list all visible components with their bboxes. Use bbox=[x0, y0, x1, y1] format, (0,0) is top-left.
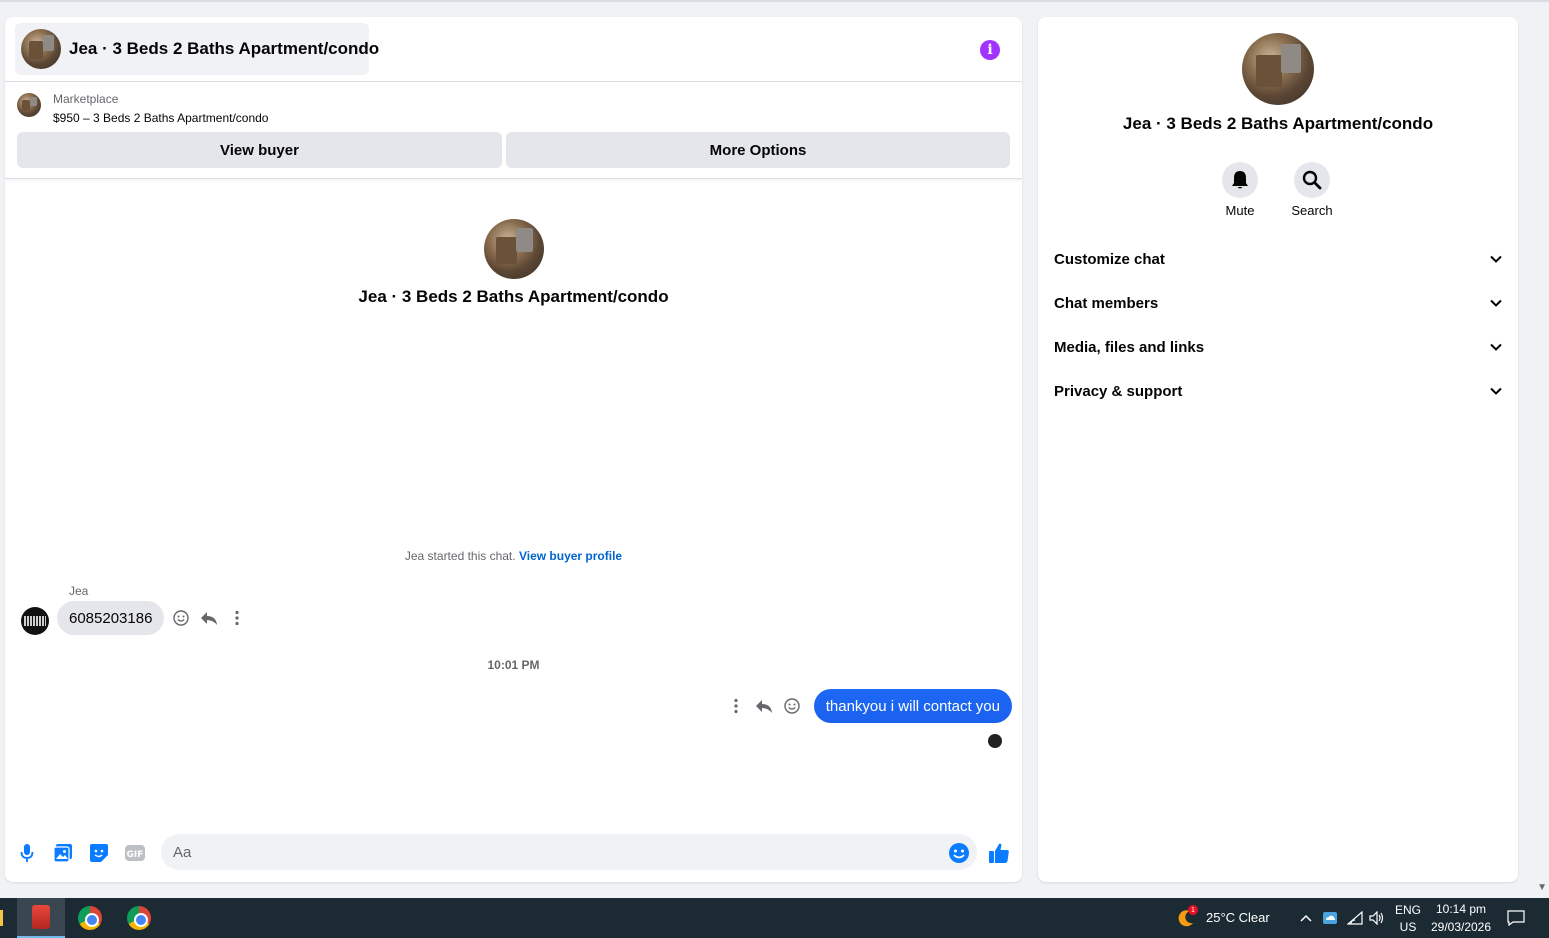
chat-started-notice: Jea started this chat. View buyer profil… bbox=[5, 549, 1022, 563]
scroll-down-arrow-icon[interactable]: ▼ bbox=[1537, 882, 1547, 893]
reply-icon[interactable] bbox=[754, 696, 774, 716]
message-sender-name: Jea bbox=[69, 584, 89, 598]
chevron-up-icon[interactable] bbox=[1297, 909, 1315, 927]
incoming-message-bubble[interactable]: 6085203186 bbox=[57, 601, 165, 635]
onedrive-icon[interactable] bbox=[1321, 909, 1339, 927]
gif-icon[interactable]: GIF bbox=[124, 842, 146, 864]
attach-photo-icon[interactable] bbox=[52, 842, 74, 864]
taskbar: 1 25°C Clear ENG US 10:14 pm 29/03/2026 bbox=[0, 898, 1549, 938]
details-panel: Jea · 3 Beds 2 Baths Apartment/condo Mut… bbox=[1038, 17, 1518, 882]
taskbar-app-1[interactable] bbox=[17, 898, 65, 938]
accordion-label: Chat members bbox=[1054, 294, 1159, 312]
conversation-avatar bbox=[21, 29, 61, 69]
outgoing-message-bubble[interactable]: thankyou i will contact you bbox=[813, 689, 1012, 723]
thumbs-up-icon[interactable] bbox=[988, 842, 1010, 864]
weather-text[interactable]: 25°C Clear bbox=[1206, 910, 1270, 925]
weather-badge: 1 bbox=[1188, 905, 1198, 915]
conversation-title: Jea · 3 Beds 2 Baths Apartment/condo bbox=[69, 39, 380, 58]
message-input[interactable] bbox=[161, 834, 977, 870]
bell-icon bbox=[1222, 162, 1258, 198]
chat-panel: Jea · 3 Beds 2 Baths Apartment/condo i M… bbox=[5, 17, 1022, 882]
listing-price-title[interactable]: $950 – 3 Beds 2 Baths Apartment/condo bbox=[53, 111, 268, 125]
chat-started-text: Jea started this chat. bbox=[404, 549, 516, 563]
conversation-title-button[interactable]: Jea · 3 Beds 2 Baths Apartment/condo bbox=[15, 23, 379, 75]
app-icon bbox=[32, 905, 50, 929]
info-icon[interactable]: i bbox=[980, 40, 1000, 60]
mute-label: Mute bbox=[1225, 203, 1255, 218]
emoji-picker-icon[interactable] bbox=[948, 842, 970, 864]
listing-thumbnail[interactable] bbox=[17, 93, 41, 117]
chevron-down-icon bbox=[1490, 343, 1502, 351]
chevron-down-icon bbox=[1490, 299, 1502, 307]
more-actions-icon[interactable] bbox=[726, 696, 746, 716]
chrome-icon bbox=[127, 906, 151, 930]
mute-button[interactable]: Mute bbox=[1210, 162, 1270, 218]
chevron-down-icon bbox=[1490, 255, 1502, 263]
sender-avatar[interactable] bbox=[21, 607, 49, 635]
volume-icon[interactable] bbox=[1368, 909, 1386, 927]
view-buyer-button[interactable]: View buyer bbox=[17, 132, 502, 168]
taskbar-chrome-1[interactable] bbox=[66, 898, 114, 938]
search-label: Search bbox=[1291, 203, 1333, 218]
react-emoji-icon[interactable] bbox=[171, 608, 191, 628]
intro-avatar bbox=[484, 219, 544, 279]
start-edge-icon[interactable] bbox=[0, 910, 3, 926]
accordion-customize-chat[interactable]: Customize chat bbox=[1046, 239, 1510, 279]
message-composer: GIF bbox=[5, 832, 1022, 872]
reply-icon[interactable] bbox=[199, 608, 219, 628]
chevron-down-icon bbox=[1490, 387, 1502, 395]
intro-name: Jea · 3 Beds 2 Baths Apartment/condo bbox=[358, 287, 669, 306]
language-indicator[interactable]: ENG bbox=[1394, 903, 1422, 917]
accordion-privacy-support[interactable]: Privacy & support bbox=[1046, 371, 1510, 411]
taskbar-chrome-2[interactable] bbox=[115, 898, 163, 938]
svg-text:GIF: GIF bbox=[127, 850, 144, 860]
notifications-icon[interactable] bbox=[1507, 909, 1525, 927]
clock-date[interactable]: 29/03/2026 bbox=[1428, 920, 1494, 934]
clock-time[interactable]: 10:14 pm bbox=[1428, 902, 1494, 916]
accordion-label: Privacy & support bbox=[1054, 382, 1183, 400]
network-icon[interactable] bbox=[1346, 909, 1364, 927]
keyboard-layout[interactable]: US bbox=[1394, 920, 1422, 934]
accordion-chat-members[interactable]: Chat members bbox=[1046, 283, 1510, 323]
sticker-icon[interactable] bbox=[88, 842, 110, 864]
more-options-button[interactable]: More Options bbox=[506, 132, 1010, 168]
window-top-border bbox=[0, 0, 1549, 2]
details-name: Jea · 3 Beds 2 Baths Apartment/condo bbox=[1122, 114, 1434, 133]
seen-receipt-avatar bbox=[988, 734, 1002, 748]
accordion-media-files-links[interactable]: Media, files and links bbox=[1046, 327, 1510, 367]
react-emoji-icon[interactable] bbox=[782, 696, 802, 716]
chat-header: Jea · 3 Beds 2 Baths Apartment/condo i bbox=[5, 17, 1022, 82]
search-button[interactable]: Search bbox=[1282, 162, 1342, 218]
listing-label: Marketplace bbox=[53, 92, 119, 106]
marketplace-listing-bar: Marketplace $950 – 3 Beds 2 Baths Apartm… bbox=[5, 83, 1022, 179]
search-icon bbox=[1294, 162, 1330, 198]
message-timestamp: 10:01 PM bbox=[487, 658, 540, 672]
accordion-label: Media, files and links bbox=[1054, 338, 1205, 356]
chrome-icon bbox=[78, 906, 102, 930]
view-buyer-profile-link[interactable]: View buyer profile bbox=[519, 549, 622, 563]
details-avatar[interactable] bbox=[1242, 33, 1314, 105]
more-actions-icon[interactable] bbox=[227, 608, 247, 628]
microphone-icon[interactable] bbox=[16, 842, 38, 864]
accordion-label: Customize chat bbox=[1054, 250, 1165, 268]
